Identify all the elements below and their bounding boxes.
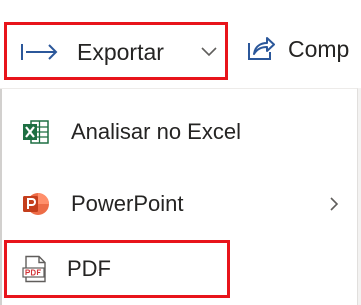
menu-item-analyze-in-excel[interactable]: Analisar no Excel: [6, 103, 356, 161]
menu-item-pdf[interactable]: PDF: [4, 240, 230, 298]
chevron-right-icon: [330, 197, 339, 211]
menu-item-label: PDF: [67, 256, 111, 281]
export-label: Exportar: [77, 39, 164, 65]
toolbar: Exportar Comp: [0, 0, 361, 88]
powerpoint-icon: [23, 193, 49, 215]
share-icon: [248, 37, 275, 60]
export-button[interactable]: Exportar: [4, 22, 228, 80]
excel-icon: [23, 120, 49, 144]
export-arrow-icon: [21, 44, 58, 60]
menu-divider: [0, 89, 2, 305]
export-menu-screen: Exportar Comp Analisar no Excel PowerPoi…: [0, 0, 361, 305]
export-dropdown-menu: Analisar no Excel PowerPoint PDF: [0, 88, 358, 305]
share-button[interactable]: Comp: [236, 22, 361, 80]
chevron-down-icon: [201, 47, 217, 57]
menu-item-powerpoint[interactable]: PowerPoint: [6, 175, 356, 233]
menu-item-label: PowerPoint: [71, 191, 184, 216]
pdf-icon: [22, 255, 46, 283]
menu-item-label: Analisar no Excel: [71, 119, 241, 144]
share-label: Comp: [288, 36, 350, 62]
